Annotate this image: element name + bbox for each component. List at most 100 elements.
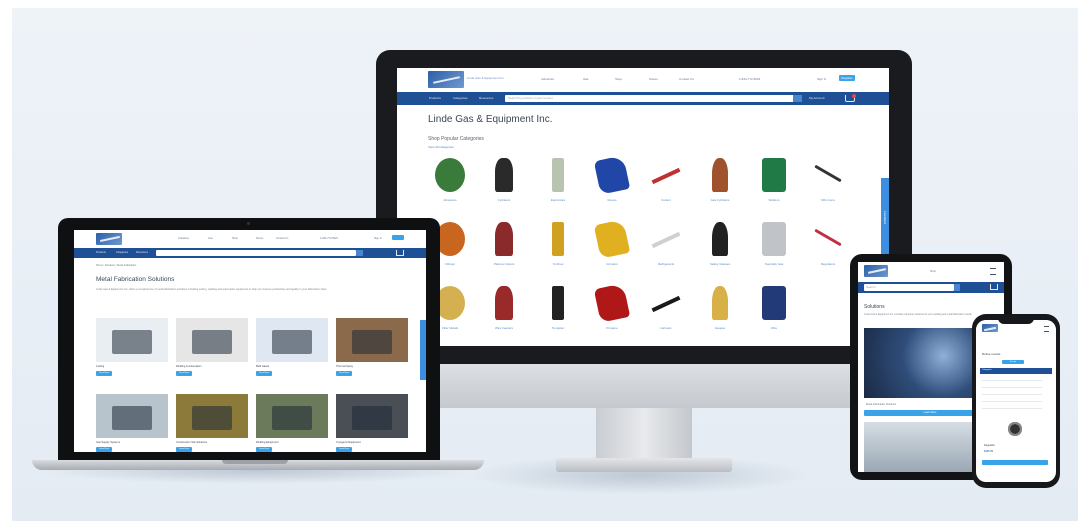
product-tile[interactable]: Safety Glasses	[697, 218, 743, 276]
product-label[interactable]: Tungsten	[529, 326, 587, 330]
product-tile[interactable]: Electrodes	[535, 154, 581, 212]
product-tile[interactable]: Cylinders	[481, 154, 527, 212]
nav-link-industries[interactable]: Industries	[178, 237, 189, 240]
solution-card[interactable]: Welding & Automation Learn More	[176, 318, 248, 388]
nav-link-gas[interactable]: Gas	[583, 77, 589, 81]
product-tile[interactable]: Specialty Gas	[751, 218, 797, 276]
phone-sort-button[interactable]: Sort by	[1002, 360, 1024, 364]
product-tile[interactable]: Grinders	[589, 218, 635, 276]
product-label[interactable]: Wire Feeders	[475, 326, 533, 330]
product-tile[interactable]: Welders	[751, 154, 797, 212]
monitor-search-input[interactable]: Search by product or part number	[505, 95, 794, 102]
cart-icon[interactable]	[396, 250, 404, 256]
product-label[interactable]: Regulators	[799, 262, 857, 266]
product-label[interactable]: Wire	[745, 326, 803, 330]
nav-link-stores[interactable]: Stores	[649, 77, 658, 81]
nav-link-shop[interactable]: Shop	[232, 237, 238, 240]
solution-card[interactable]: Construction Site Solutions Learn More	[176, 394, 248, 452]
phone-category-bar[interactable]: Categories	[980, 368, 1052, 374]
product-label[interactable]: Plasma Cutters	[475, 262, 533, 266]
product-label[interactable]: Torches	[529, 262, 587, 266]
monitor-search-button[interactable]	[793, 95, 802, 102]
product-label[interactable]: Welders	[745, 198, 803, 202]
menu-resources[interactable]: Resources	[479, 96, 493, 100]
tablet-search-input[interactable]: Search	[864, 284, 954, 291]
feedback-tab[interactable]: Feedback	[881, 178, 889, 258]
my-account-link[interactable]: My Account	[809, 96, 825, 100]
learn-more-button[interactable]: Learn More	[96, 371, 112, 376]
solution-card[interactable]: Cryogenic Equipment Learn More	[336, 394, 408, 452]
learn-more-button[interactable]: Learn More	[176, 447, 192, 452]
product-label[interactable]: Specialty Gas	[745, 262, 803, 266]
product-label[interactable]: Gloves	[583, 198, 641, 202]
breadcrumb[interactable]: Home / Solutions / Metal Fabrication	[96, 264, 136, 267]
register-button[interactable]	[392, 235, 404, 240]
menu-resources[interactable]: Resources	[136, 251, 148, 254]
header-phone[interactable]: 1-844-772-5624	[739, 77, 760, 81]
learn-more-button[interactable]: Learn More	[336, 447, 352, 452]
sign-in-link[interactable]: Sign In	[374, 237, 382, 240]
nav-link-shop[interactable]: Shop	[615, 77, 622, 81]
nav-link-contact[interactable]: Contact Us	[276, 237, 288, 240]
product-label[interactable]: Cutters	[637, 198, 695, 202]
laptop-search-input[interactable]	[156, 250, 356, 256]
feedback-tab[interactable]	[420, 320, 426, 380]
product-tile[interactable]: Propane	[589, 282, 635, 340]
product-tile[interactable]: Wire	[751, 282, 797, 340]
learn-more-button[interactable]: Learn More	[96, 447, 112, 452]
product-label[interactable]: Gas Cylinders	[691, 198, 749, 202]
menu-categories[interactable]: Categories	[453, 96, 468, 100]
cart-icon[interactable]	[990, 284, 998, 290]
product-tile[interactable]: Refrigerants	[643, 218, 689, 276]
nav-link-contact[interactable]: Contact Us	[679, 77, 694, 81]
solution-card[interactable]: Gas Supply Systems Learn More	[96, 394, 168, 452]
nav-link-stores[interactable]: Stores	[256, 237, 263, 240]
header-phone[interactable]: 1-844-772-5624	[320, 237, 338, 240]
hamburger-icon[interactable]	[1044, 326, 1049, 332]
learn-more-button[interactable]: Learn More	[256, 447, 272, 452]
product-tile[interactable]: Cutters	[643, 154, 689, 212]
learn-more-button[interactable]: Learn More	[256, 371, 272, 376]
product-tile[interactable]: Torches	[535, 218, 581, 276]
menu-products[interactable]: Products	[96, 251, 106, 254]
product-label[interactable]: Cylinders	[475, 198, 533, 202]
product-tile[interactable]: MIG Guns	[805, 154, 851, 212]
register-button[interactable]: Register	[839, 75, 855, 81]
product-label[interactable]: Grinders	[583, 262, 641, 266]
phone-add-to-cart-button[interactable]	[982, 460, 1048, 465]
linde-logo[interactable]	[428, 71, 464, 88]
product-label[interactable]: Helmets	[637, 326, 695, 330]
product-label[interactable]: Abrasives	[421, 198, 479, 202]
product-label[interactable]: Safety Glasses	[691, 262, 749, 266]
menu-categories[interactable]: Categories	[116, 251, 128, 254]
product-label[interactable]: Gauges	[691, 326, 749, 330]
solution-card[interactable]: Bulk Gases Learn More	[256, 318, 328, 388]
product-label[interactable]: MIG Guns	[799, 198, 857, 202]
menu-products[interactable]: Products	[429, 96, 441, 100]
product-tile[interactable]: Helmets	[643, 282, 689, 340]
nav-link-gas[interactable]: Gas	[208, 237, 213, 240]
nav-link-industries[interactable]: Industries	[541, 77, 554, 81]
learn-more-button[interactable]: Learn More	[176, 371, 192, 376]
learn-more-button[interactable]: Learn More	[336, 371, 352, 376]
solution-card[interactable]: Welding Equipment Learn More	[256, 394, 328, 452]
product-tile[interactable]: Tungsten	[535, 282, 581, 340]
sign-in-link[interactable]: Sign In	[817, 77, 826, 81]
product-tile[interactable]: Gauges	[697, 282, 743, 340]
product-label[interactable]: Electrodes	[529, 198, 587, 202]
product-tile[interactable]: Wire Feeders	[481, 282, 527, 340]
product-tile[interactable]: Gloves	[589, 154, 635, 212]
view-all-link[interactable]: View All Categories	[428, 145, 454, 149]
product-tile[interactable]: Plasma Cutters	[481, 218, 527, 276]
tablet-search-button[interactable]	[954, 284, 960, 291]
laptop-search-button[interactable]	[356, 250, 363, 256]
linde-logo[interactable]	[96, 233, 122, 245]
product-tile[interactable]: Regulators	[805, 218, 851, 276]
product-label[interactable]: Propane	[583, 326, 641, 330]
product-label[interactable]: Refrigerants	[637, 262, 695, 266]
product-tile[interactable]: Gas Cylinders	[697, 154, 743, 212]
hamburger-icon[interactable]	[990, 268, 996, 275]
solution-card[interactable]: Thermal Spray Learn More	[336, 318, 408, 388]
linde-logo[interactable]	[982, 324, 998, 332]
product-tile[interactable]: Abrasives	[427, 154, 473, 212]
